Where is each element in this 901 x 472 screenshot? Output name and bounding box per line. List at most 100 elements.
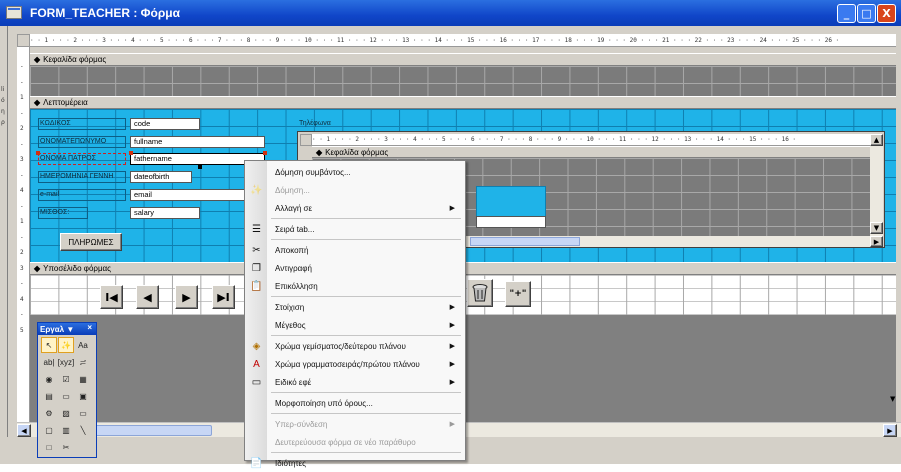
subform-scroll-down-button[interactable]: ▼ [870, 222, 883, 234]
subform-ruler[interactable]: · · 1 · · · 2 · · · 3 · · · 4 · · · 5 · … [312, 134, 870, 146]
minimize-button[interactable]: _ [837, 4, 856, 23]
subform-scroll-right-button[interactable]: ▶ [870, 236, 883, 247]
submenu-arrow-icon: ▶ [449, 322, 455, 329]
subform-scroll-thumb[interactable] [470, 237, 580, 246]
toolbox-tool-18[interactable]: □ [41, 439, 57, 455]
selection-handle[interactable] [36, 151, 40, 155]
title-bar[interactable]: FORM_TEACHER : Φόρμα _ □ X [0, 0, 901, 26]
context-menu-item-5[interactable]: ❐ Αντιγραφή [245, 259, 465, 277]
toolbox-tool-0[interactable]: ↖ [41, 337, 57, 353]
toolbox-tool-5[interactable]: ≓ [75, 354, 91, 370]
selection-handle[interactable] [198, 165, 202, 169]
vertical-ruler-ticks: - - 1 - 2 - 3 - 4 - 1 - 2 3 - 4 - 5 [20, 59, 24, 338]
toolbox-tool-9[interactable]: ▤ [41, 388, 57, 404]
vertical-ruler[interactable]: - - 1 - 2 - 3 - 4 - 1 - 2 3 - 4 - 5 [17, 47, 30, 423]
scissors-icon: ✂ [252, 244, 261, 256]
toolbox-title-bar[interactable]: Εργαλ ▼ × [38, 323, 96, 335]
form-header-area[interactable] [30, 66, 896, 96]
scroll-down-arrow-icon[interactable]: ▼ [890, 395, 897, 415]
previous-record-button[interactable]: ◀ [136, 285, 159, 309]
context-menu-item-8[interactable]: Μέγεθος ▶ [245, 316, 465, 334]
submenu-arrow-icon: ▶ [449, 205, 455, 212]
context-menu-item-13[interactable]: Υπερ-σύνδεση ▶ [245, 415, 465, 433]
phones-label[interactable]: Τηλέφωνα [297, 118, 355, 130]
field-salary[interactable]: salary [130, 207, 200, 219]
section-arrow-icon: ◆ [34, 55, 41, 64]
horizontal-ruler[interactable]: · · 1 · · · 2 · · · 3 · · · 4 · · · 5 · … [30, 34, 896, 47]
toolbox-tool-13[interactable]: ▨ [58, 405, 74, 421]
toolbox-tool-14[interactable]: ▭ [75, 405, 91, 421]
toolbox-tool-12[interactable]: ⚙ [41, 405, 57, 421]
toolbox-tool-16[interactable]: ▥ [58, 422, 74, 438]
close-button[interactable]: X [877, 4, 896, 23]
context-menu-item-4[interactable]: ✂ Αποκοπή [245, 241, 465, 259]
context-menu-item-15[interactable]: 📄 Ιδιότητες [245, 454, 465, 472]
vertical-ruler-mark: - [20, 109, 24, 117]
vertical-ruler-mark: - [20, 280, 24, 287]
context-menu-item-1[interactable]: ✨ Δόμηση... [245, 181, 465, 199]
first-record-button[interactable]: I◀ [100, 285, 123, 309]
ruler-corner[interactable] [17, 34, 30, 47]
context-menu-item-7[interactable]: Στοίχιση ▶ [245, 298, 465, 316]
field-email[interactable]: email [130, 189, 258, 201]
toolbox-tool-19[interactable]: ✂ [58, 439, 74, 455]
field-label-fullname[interactable]: ΟΝΟΜΑΤΕΠΩΝΥΜΟ [38, 136, 126, 148]
vertical-ruler-mark: - [20, 171, 24, 179]
last-record-button[interactable]: ▶I [212, 285, 235, 309]
context-menu-item-12[interactable]: Μορφοποίηση υπό όρους... [245, 394, 465, 412]
selection-handle[interactable] [263, 151, 267, 155]
field-label-code[interactable]: ΚΩΔΙΚΟΣ [38, 118, 126, 130]
context-menu[interactable]: Δόμηση συμβάντος... ✨ Δόμηση... Αλλαγή σε ▶ ☰… [244, 160, 466, 469]
menu-separator [271, 335, 461, 336]
subform-header-bar[interactable]: ◆ Κεφαλίδα φόρμας [312, 146, 870, 158]
toolbox-tool-2[interactable]: Aa [75, 337, 91, 353]
context-menu-item-11[interactable]: ▭ Ειδικό εφέ ▶ [245, 373, 465, 391]
context-menu-item-label: Αλλαγή σε [275, 203, 313, 213]
toolbox-tool-3[interactable]: ab| [41, 354, 57, 370]
vertical-ruler-mark: - [20, 140, 24, 148]
context-menu-item-6[interactable]: 📋 Επικόλληση [245, 277, 465, 295]
field-fullname[interactable]: fullname [130, 136, 265, 148]
toolbox-tool-8[interactable]: ▦ [75, 371, 91, 387]
form-header-bar[interactable]: ◆ Κεφαλίδα φόρμας [30, 53, 896, 66]
toolbox-tool-15[interactable]: ▢ [41, 422, 57, 438]
maximize-button[interactable]: □ [857, 4, 876, 23]
field-label-dateofbirth[interactable]: ΗΜΕΡΟΜΗΝΙΑ ΓΕΝΝΗ [38, 171, 126, 183]
subform-field[interactable] [476, 216, 546, 228]
scroll-right-button[interactable]: ▶ [883, 424, 897, 437]
field-code[interactable]: code [130, 118, 200, 130]
copy-icon: ❐ [252, 262, 261, 274]
submenu-arrow-icon: ▶ [449, 343, 455, 350]
context-menu-item-3[interactable]: ☰ Σειρά tab... [245, 220, 465, 238]
toolbox-tool-10[interactable]: ▭ [58, 388, 74, 404]
add-record-button[interactable]: "+" [505, 281, 531, 307]
toolbox-tool-4[interactable]: [xyz] [58, 354, 74, 370]
selection-handle[interactable] [129, 151, 133, 155]
field-label-fathername[interactable]: ΟΝΟΜΑ ΠΑΤΡΟΣ [38, 153, 126, 165]
subform-ruler-corner[interactable] [300, 134, 312, 146]
toolbox-tool-6[interactable]: ◉ [41, 371, 57, 387]
vertical-ruler-mark: 2 [20, 249, 24, 256]
toolbox-tool-7[interactable]: ☑ [58, 371, 74, 387]
submenu-arrow-icon: ▶ [449, 361, 455, 368]
field-label-email[interactable]: e-mail [38, 189, 126, 201]
toolbox-tool-1[interactable]: ✨ [58, 337, 74, 353]
context-menu-item-10[interactable]: A Χρώμα γραμματοσειράς/πρώτου πλάνου ▶ [245, 355, 465, 373]
delete-record-button[interactable] [467, 279, 493, 307]
field-label-salary[interactable]: ΜΙΣΘΟΣ: [38, 207, 88, 219]
next-record-button[interactable]: ▶ [175, 285, 198, 309]
scroll-left-button[interactable]: ◀ [17, 424, 31, 437]
context-menu-item-2[interactable]: Αλλαγή σε ▶ [245, 199, 465, 217]
subform-scroll-up-button[interactable]: ▲ [870, 134, 883, 146]
field-dateofbirth[interactable]: dateofbirth [130, 171, 192, 183]
payments-button[interactable]: ΠΛΗΡΩΜΕΣ [60, 233, 122, 251]
toolbox-tool-17[interactable]: ╲ [75, 422, 91, 438]
context-menu-item-9[interactable]: ◈ Χρώμα γεμίσματος/δεύτερου πλάνου ▶ [245, 337, 465, 355]
toolbox-tool-11[interactable]: ▣ [75, 388, 91, 404]
toolbox-close-icon[interactable]: × [87, 323, 92, 332]
context-menu-item-14[interactable]: Δευτερεύουσα φόρμα σε νέο παράθυρο [245, 433, 465, 451]
context-menu-item-0[interactable]: Δόμηση συμβάντος... [245, 163, 465, 181]
detail-bar[interactable]: ◆ Λεπτομέρεια [30, 96, 896, 109]
toolbox-panel[interactable]: Εργαλ ▼ × ↖ ✨ Aa ab| [xyz] ≓ ◉ ☑ ▦ ▤ ▭ ▣ ⚙ ▨ ▭ ▢ ▥ ╲ □ ✂ [37, 322, 97, 458]
horizontal-scroll-thumb[interactable] [92, 425, 212, 436]
